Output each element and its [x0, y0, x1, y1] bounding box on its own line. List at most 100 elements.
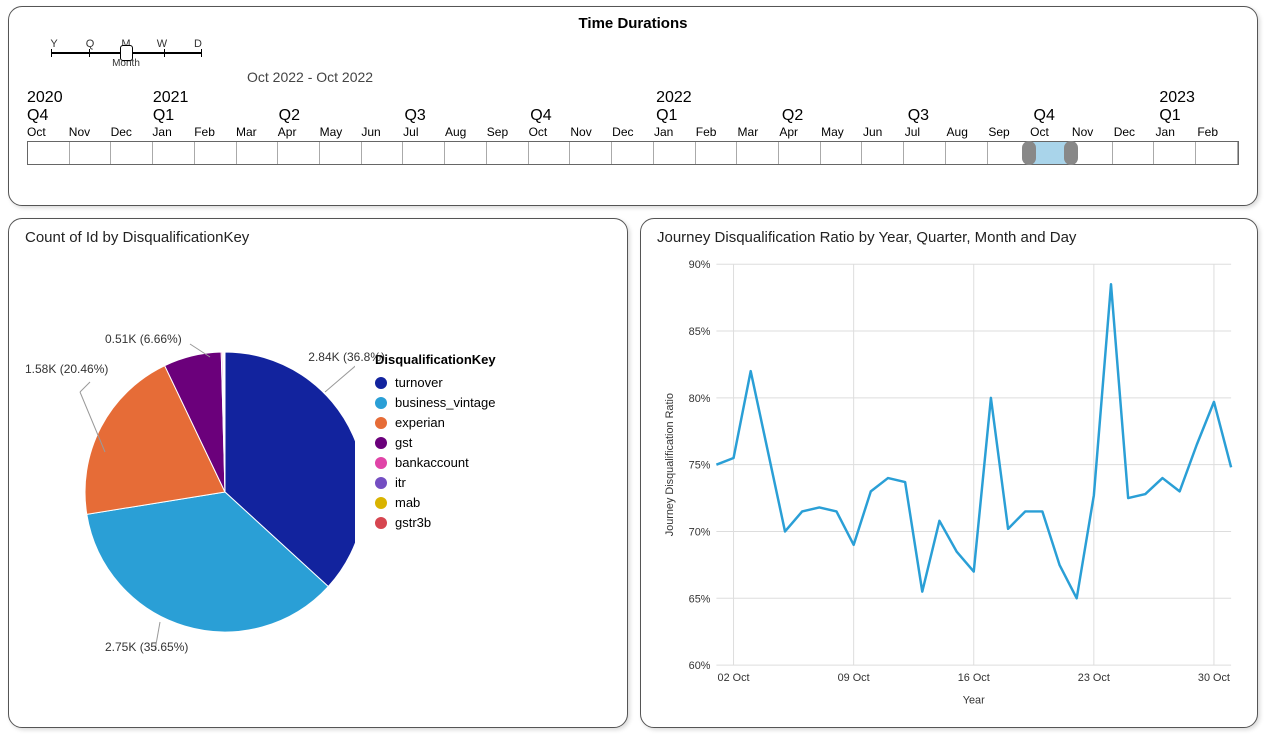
- timeline-year-label: [824, 89, 866, 107]
- timeline-slot[interactable]: [320, 142, 362, 164]
- timeline-month-label: Jan: [654, 125, 696, 141]
- timeline-slot[interactable]: [237, 142, 279, 164]
- timeline-slot[interactable]: [487, 142, 529, 164]
- x-tick-label: 30 Oct: [1198, 672, 1230, 684]
- timeline-month-label: Dec: [612, 125, 654, 141]
- timeline-quarter-label: [237, 107, 279, 125]
- callout-business-vintage: 2.75K (35.65%): [105, 640, 188, 654]
- x-tick-label: 23 Oct: [1078, 672, 1110, 684]
- granularity-option-q[interactable]: Q: [83, 38, 97, 52]
- timeline-month-label: Feb: [1197, 125, 1239, 141]
- timeline-slot[interactable]: [696, 142, 738, 164]
- legend-item-itr[interactable]: itr: [375, 475, 496, 490]
- timeline-quarter-label: Q3: [908, 107, 950, 125]
- timeline-slot[interactable]: [445, 142, 487, 164]
- timeline-year-label: [614, 89, 656, 107]
- y-axis-label: Journey Disqualification Ratio: [664, 393, 676, 536]
- timeline-slot[interactable]: [779, 142, 821, 164]
- timeline-slider[interactable]: [27, 141, 1239, 165]
- timeline-slot[interactable]: [862, 142, 904, 164]
- legend-label: gst: [395, 435, 412, 450]
- timeline-quarter-label: Q1: [153, 107, 195, 125]
- timeline-slot[interactable]: [654, 142, 696, 164]
- timeline-slot[interactable]: [737, 142, 779, 164]
- timeline-quarter-label: Q4: [1034, 107, 1076, 125]
- timeline-month-label: Mar: [738, 125, 780, 141]
- granularity-option-y[interactable]: Y: [47, 38, 61, 52]
- timeline-month-label: Feb: [194, 125, 236, 141]
- timeline-slot[interactable]: [946, 142, 988, 164]
- timeline-month-label: Oct: [1030, 125, 1072, 141]
- timeline-slot[interactable]: [195, 142, 237, 164]
- timeline-handle-left[interactable]: [1022, 141, 1036, 165]
- legend-item-mab[interactable]: mab: [375, 495, 496, 510]
- timeline-quarter-label: [363, 107, 405, 125]
- timeline-handle-right[interactable]: [1064, 141, 1078, 165]
- legend-item-turnover[interactable]: turnover: [375, 375, 496, 390]
- legend-item-gstr3b[interactable]: gstr3b: [375, 515, 496, 530]
- timeline-slot[interactable]: [821, 142, 863, 164]
- timeline-slot[interactable]: [111, 142, 153, 164]
- callout-gst: 0.51K (6.66%): [105, 332, 182, 346]
- timeline-slot[interactable]: [70, 142, 112, 164]
- timeline-month-label: Feb: [696, 125, 738, 141]
- timeline-quarter-label: [824, 107, 866, 125]
- timeline-slot[interactable]: [28, 142, 70, 164]
- timeline-quarter-label: Q3: [404, 107, 446, 125]
- timeline-month-label: Jul: [403, 125, 445, 141]
- timeline-slot[interactable]: [1196, 142, 1238, 164]
- timeline-year-label: [321, 89, 363, 107]
- timeline-slot[interactable]: [904, 142, 946, 164]
- timeline-slot[interactable]: [1154, 142, 1196, 164]
- legend-item-gst[interactable]: gst: [375, 435, 496, 450]
- timeline-year-label: [572, 89, 614, 107]
- timeline-month-label: Sep: [487, 125, 529, 141]
- timeline-year-label: 2020: [27, 89, 69, 107]
- pie-chart-title: Count of Id by DisqualificationKey: [25, 229, 611, 246]
- timeline-slot[interactable]: [362, 142, 404, 164]
- granularity-slider[interactable]: YQMWD Month: [41, 38, 211, 69]
- timeline-year-label: [488, 89, 530, 107]
- granularity-knob[interactable]: [120, 45, 133, 61]
- timeline-year-label: [740, 89, 782, 107]
- timeline-month-label: Apr: [779, 125, 821, 141]
- y-tick-label: 65%: [689, 593, 711, 605]
- legend-dot-icon: [375, 517, 387, 529]
- timeline-year-label: [279, 89, 321, 107]
- x-tick-label: 09 Oct: [838, 672, 870, 684]
- granularity-option-w[interactable]: W: [155, 38, 169, 52]
- timeline-year-label: 2022: [656, 89, 698, 107]
- timeline-year-label: [1034, 89, 1076, 107]
- y-tick-label: 70%: [689, 526, 711, 538]
- line-chart-panel: Journey Disqualification Ratio by Year, …: [640, 218, 1258, 728]
- timeline-year-label: [992, 89, 1034, 107]
- timeline-year-label: [782, 89, 824, 107]
- timeline-month-label: Nov: [570, 125, 612, 141]
- timeline-slot[interactable]: [278, 142, 320, 164]
- pie-chart[interactable]: 2.84K (36.8%) 2.75K (35.65%) 1.58K (20.4…: [25, 252, 355, 692]
- legend-label: gstr3b: [395, 515, 431, 530]
- timeline-quarter-label: [572, 107, 614, 125]
- legend-item-bankaccount[interactable]: bankaccount: [375, 455, 496, 470]
- legend-item-experian[interactable]: experian: [375, 415, 496, 430]
- legend-dot-icon: [375, 437, 387, 449]
- timeline-year-label: [908, 89, 950, 107]
- timeline-slot[interactable]: [612, 142, 654, 164]
- line-chart[interactable]: 60%65%70%75%80%85%90%02 Oct09 Oct16 Oct2…: [657, 252, 1241, 712]
- timeline-slot[interactable]: [529, 142, 571, 164]
- granularity-option-d[interactable]: D: [191, 38, 205, 52]
- timeline-quarter-label: Q4: [27, 107, 69, 125]
- timeline-slot[interactable]: [153, 142, 195, 164]
- timeline-month-label: May: [320, 125, 362, 141]
- timeline-slot[interactable]: [570, 142, 612, 164]
- timeline-quarter-label: [950, 107, 992, 125]
- timeline-quarter-label: Q1: [656, 107, 698, 125]
- timeline-slot[interactable]: [403, 142, 445, 164]
- timeline-year-label: [866, 89, 908, 107]
- timeline-slot[interactable]: [1113, 142, 1155, 164]
- timeline-quarter-label: [69, 107, 111, 125]
- legend-item-business_vintage[interactable]: business_vintage: [375, 395, 496, 410]
- timeline-quarter-label: [992, 107, 1034, 125]
- timeline-quarter-label: [614, 107, 656, 125]
- timeline-month-label: Dec: [111, 125, 153, 141]
